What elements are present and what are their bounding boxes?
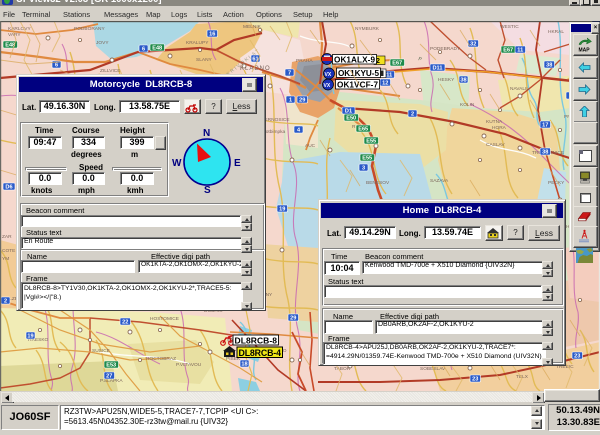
svg-text:ZAR: ZAR — [2, 234, 12, 240]
svg-text:OK1ALX-9: OK1ALX-9 — [334, 56, 375, 65]
svg-text:11: 11 — [386, 73, 392, 79]
svg-text:KUTNA: KUTNA — [486, 119, 503, 125]
svg-text:E55: E55 — [362, 156, 372, 162]
svg-text:E53: E53 — [106, 363, 116, 369]
svg-text:COTE: COTE — [2, 248, 15, 254]
svg-text:2: 2 — [4, 299, 7, 305]
svg-text:YM: YM — [2, 256, 9, 262]
svg-text:18: 18 — [241, 362, 247, 368]
svg-text:HESKY: HESKY — [438, 77, 455, 83]
svg-text:38: 38 — [546, 63, 552, 69]
svg-text:HKRAL: HKRAL — [548, 29, 564, 35]
svg-text:CASLAV: CASLAV — [486, 142, 505, 148]
svg-text:E65: E65 — [358, 127, 368, 133]
svg-text:23: 23 — [574, 354, 580, 360]
svg-text:HOCTOBRAZ: HOCTOBRAZ — [146, 356, 176, 362]
svg-text:SLANY: SLANY — [196, 57, 213, 63]
svg-text:29: 29 — [299, 98, 305, 104]
svg-text:TELX: TELX — [516, 374, 529, 380]
svg-text:OK1KYU-5: OK1KYU-5 — [338, 69, 379, 78]
svg-text:KOLIN: KOLIN — [460, 102, 475, 108]
svg-text:D1: D1 — [345, 109, 352, 115]
svg-text:16: 16 — [209, 32, 215, 38]
svg-text:W: W — [172, 158, 182, 169]
svg-text:S: S — [204, 185, 211, 196]
svg-text:1: 1 — [289, 98, 292, 104]
svg-text:D11: D11 — [433, 66, 443, 72]
svg-text:6: 6 — [142, 47, 145, 53]
svg-text:23: 23 — [472, 377, 478, 383]
svg-text:HORA: HORA — [492, 125, 507, 131]
svg-text:11: 11 — [517, 48, 523, 54]
svg-text:DL8RCB-4: DL8RCB-4 — [239, 348, 282, 358]
svg-text:KLADNO: KLADNO — [240, 66, 271, 72]
svg-text:3: 3 — [362, 166, 365, 172]
svg-text:PODEBRADY: PODEBRADY — [430, 46, 461, 52]
svg-text:2: 2 — [411, 112, 414, 118]
svg-text:D6: D6 — [5, 185, 12, 191]
svg-text:PRAHA: PRAHA — [296, 58, 313, 64]
svg-text:DL8RCB-8: DL8RCB-8 — [235, 336, 278, 346]
svg-text:PODBORANY: PODBORANY — [74, 26, 105, 32]
svg-text:MAP: MAP — [579, 48, 591, 54]
svg-text:BENESOV: BENESOV — [366, 180, 390, 186]
svg-text:38: 38 — [460, 78, 466, 84]
svg-text:KRALUPY: KRALUPY — [186, 40, 209, 46]
svg-text:E67: E67 — [392, 61, 402, 67]
svg-text:E67: E67 — [503, 48, 513, 54]
svg-text:P.VLTAVOU: P.VLTAVOU — [176, 362, 202, 368]
svg-text:TABOR: TABOR — [334, 366, 351, 372]
svg-text:6: 6 — [55, 63, 58, 69]
svg-text:SAZAVA: SAZAVA — [430, 178, 449, 184]
svg-text:NYMBURK: NYMBURK — [355, 26, 380, 32]
svg-text:12: 12 — [382, 81, 388, 87]
svg-text:E55: E55 — [366, 139, 376, 145]
svg-text:19: 19 — [27, 334, 33, 340]
svg-text:VX: VX — [324, 83, 331, 89]
svg-text:E50: E50 — [346, 116, 356, 122]
svg-text:7: 7 — [288, 71, 291, 77]
svg-text:N: N — [203, 128, 210, 139]
svg-text:29: 29 — [290, 316, 296, 322]
svg-text:JOVY: JOVY — [96, 40, 109, 46]
svg-text:22: 22 — [122, 320, 128, 326]
svg-text:SUSICE: SUSICE — [92, 348, 110, 354]
svg-text:SOBESLAV: SOBESLAV — [420, 366, 446, 372]
svg-text:19: 19 — [279, 207, 285, 213]
svg-text:27: 27 — [106, 374, 112, 380]
svg-text:E48: E48 — [152, 46, 162, 52]
svg-text:HOSTOMICE: HOSTOMICE — [150, 316, 179, 322]
svg-text:AUC: AUC — [305, 143, 316, 149]
svg-text:32: 32 — [470, 42, 476, 48]
svg-text:38: 38 — [542, 150, 548, 156]
svg-text:17: 17 — [542, 123, 548, 129]
svg-text:NAVALIL: NAVALIL — [510, 86, 529, 92]
svg-text:WESTIC: WESTIC — [500, 24, 519, 30]
svg-text:VX: VX — [325, 72, 332, 78]
svg-text:E: E — [234, 158, 241, 169]
